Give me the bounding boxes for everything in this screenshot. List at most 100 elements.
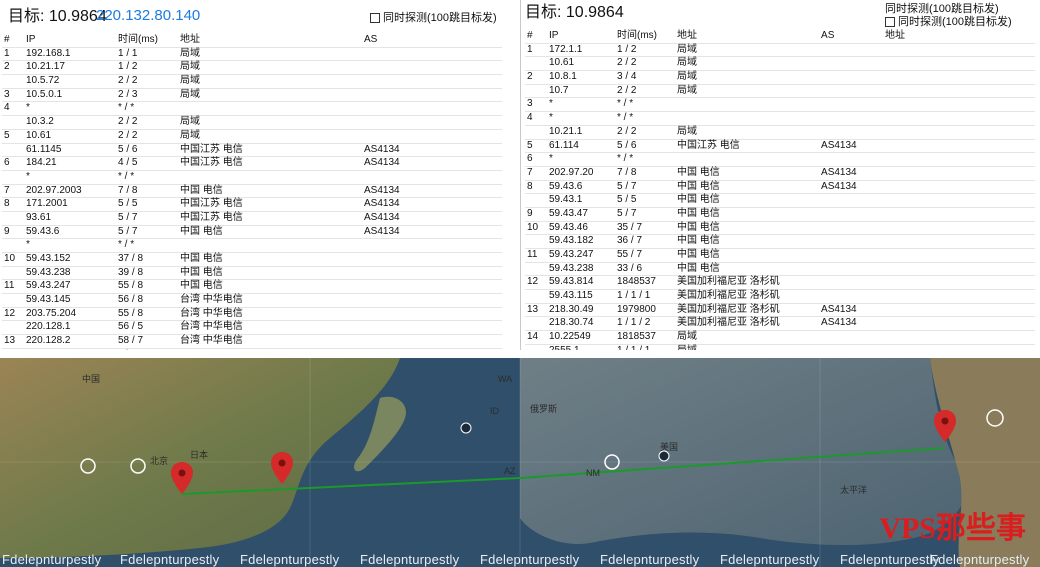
table-row[interactable]: 14** / *	[2, 348, 502, 350]
col-time-header[interactable]: 时间(ms)	[116, 34, 178, 47]
table-row[interactable]: 8 59.43.6 5 / 7 中国 电信 AS4134	[525, 180, 1035, 194]
ip-cell: 61.114	[549, 139, 579, 151]
col-hop-header[interactable]: #	[2, 34, 24, 47]
table-row[interactable]: 2555.11 / 1 / 1局域	[525, 344, 1035, 350]
hop-cell	[2, 116, 24, 130]
table-row[interactable]: 93.61 5 / 7 中国江苏 电信 AS4134	[2, 211, 502, 226]
col-hop-header[interactable]: #	[525, 30, 547, 43]
table-row[interactable]: 1 172.1.1 1 / 2 局域	[525, 43, 1035, 57]
col-time-header[interactable]: 时间(ms)	[615, 30, 675, 43]
table-row[interactable]: 59.43.115 1 / 1 / 1 美国加利福尼亚 洛杉矶	[525, 290, 1035, 304]
as-cell	[362, 294, 502, 308]
table-row[interactable]: 10.7 2 / 2 局域	[525, 84, 1035, 98]
table-row[interactable]: * * / *	[2, 170, 502, 185]
time-cell: * / *	[617, 112, 634, 124]
hop-cell	[525, 235, 547, 249]
as-cell	[819, 125, 883, 139]
checkbox-icon[interactable]	[885, 17, 895, 27]
table-row[interactable]: 6 184.21 4 / 5 中国江苏 电信 AS4134	[2, 157, 502, 171]
col-extra-header[interactable]: 地址	[883, 30, 1035, 43]
table-row[interactable]: 59.43.238 39 / 8 中国 电信	[2, 266, 502, 280]
table-row[interactable]: 10.21.1 2 / 2 局域	[525, 125, 1035, 139]
table-row[interactable]: 12 203.75.204 55 / 8 台湾 中华电信	[2, 307, 502, 321]
checkbox-icon[interactable]	[370, 13, 380, 23]
table-row[interactable]: 10 59.43.152 37 / 8 中国 电信	[2, 253, 502, 267]
map-label-wa: WA	[498, 374, 513, 384]
as-cell	[362, 239, 502, 253]
time-cell: 39 / 8	[118, 266, 144, 278]
extra-cell	[883, 235, 1035, 249]
table-row[interactable]: 7 202.97.20 7 / 8 中国 电信 AS4134	[525, 166, 1035, 181]
table-row[interactable]: 59.43.1 5 / 5 中国 电信	[525, 194, 1035, 208]
table-row[interactable]: 10.5.72 2 / 2 局域	[2, 75, 502, 89]
right-probe-checkbox[interactable]: 同时探测(100跳目标发)	[885, 16, 1012, 28]
table-row[interactable]: 14 10.22549 1818537 局域	[525, 331, 1035, 345]
time-cell: 55 / 7	[617, 249, 643, 260]
right-trace-panel: 目标: 10.9864 同时探测(100跳目标发) 同时探测(100跳目标发) …	[520, 0, 1040, 350]
col-as-header[interactable]: AS	[362, 34, 502, 47]
ip-cell: 59.43.238	[26, 266, 71, 278]
table-row[interactable]: 61.1145 5 / 6 中国江苏 电信 AS4134	[2, 143, 502, 157]
as-cell	[819, 249, 883, 263]
ip-cell: 59.43.46	[549, 221, 588, 233]
table-row[interactable]: 11 59.43.247 55 / 7 中国 电信	[525, 249, 1035, 263]
table-row[interactable]: 5 10.61 2 / 2 局域	[2, 129, 502, 143]
left-target-ip-link[interactable]: 220.132.80.140	[96, 7, 200, 24]
table-row[interactable]: 10 59.43.46 35 / 7 中国 电信	[525, 221, 1035, 235]
table-row[interactable]: 218.30.74 1 / 1 / 2 美国加利福尼亚 洛杉矶 AS4134	[525, 317, 1035, 331]
as-cell	[362, 102, 502, 116]
table-row[interactable]: 6 * * / *	[525, 153, 1035, 167]
table-row[interactable]: 10.3.2 2 / 2 局域	[2, 116, 502, 130]
col-ip-header[interactable]: IP	[24, 34, 116, 47]
table-row[interactable]: 2 10.8.1 3 / 4 局域	[525, 71, 1035, 85]
time-cell: 56 / 5	[118, 321, 144, 333]
table-row[interactable]: 59.43.238 33 / 6 中国 电信	[525, 262, 1035, 276]
time-cell: 37 / 8	[118, 253, 144, 264]
table-row[interactable]: 10.61 2 / 2 局域	[525, 57, 1035, 71]
table-row[interactable]: 13 218.30.49 1979800 美国加利福尼亚 洛杉矶 AS4134	[525, 303, 1035, 317]
col-ip-header[interactable]: IP	[547, 30, 615, 43]
table-row[interactable]: 12 59.43.814 1848537 美国加利福尼亚 洛杉矶	[525, 276, 1035, 290]
table-row[interactable]: 2 10.21.17 1 / 2 局域	[2, 61, 502, 75]
table-row[interactable]: 9 59.43.6 5 / 7 中国 电信 AS4134	[2, 225, 502, 239]
table-row[interactable]: 5 61.114 5 / 6 中国江苏 电信 AS4134	[525, 139, 1035, 153]
ip-cell: 10.3.2	[26, 116, 54, 128]
ip-cell: *	[549, 153, 553, 165]
table-row[interactable]: * * / *	[2, 239, 502, 253]
time-cell: * / *	[116, 348, 178, 350]
table-row[interactable]: 3 * * / *	[525, 98, 1035, 112]
location-cell	[178, 239, 362, 253]
as-cell	[362, 88, 502, 102]
table-row[interactable]: 59.43.145 56 / 8 台湾 中华电信	[2, 294, 502, 308]
as-cell	[362, 47, 502, 61]
map-label-china: 中国	[82, 374, 101, 384]
location-cell	[675, 153, 819, 167]
time-cell: 2 / 2	[617, 84, 637, 96]
table-row[interactable]: 220.128.1 56 / 5 台湾 中华电信	[2, 321, 502, 335]
table-row[interactable]: 13 220.128.2 58 / 7 台湾 中华电信	[2, 335, 502, 349]
table-row[interactable]: 1 192.168.1 1 / 1 局域	[2, 47, 502, 61]
as-cell	[362, 348, 502, 350]
table-row[interactable]: 3 10.5.0.1 2 / 3 局域	[2, 88, 502, 102]
ip-cell: 61.1145	[26, 143, 62, 155]
col-location-header[interactable]: 地址	[178, 34, 362, 47]
ip-cell: 10.5.72	[26, 75, 60, 87]
col-as-header[interactable]: AS	[819, 30, 883, 43]
extra-cell	[883, 84, 1035, 98]
left-probe-checkbox[interactable]: 同时探测(100跳目标发)	[370, 12, 497, 24]
table-row[interactable]: 11 59.43.247 55 / 8 中国 电信	[2, 280, 502, 294]
route-map[interactable]: 中国 日本 北京 太平洋 美国 WA ID AZ NM 俄罗斯 Fdelepnt…	[0, 358, 1040, 567]
ip-cell: 202.97.20	[549, 166, 594, 178]
table-row[interactable]: 7 202.97.2003 7 / 8 中国 电信 AS4134	[2, 184, 502, 198]
table-row[interactable]: 9 59.43.47 5 / 7 中国 电信	[525, 207, 1035, 222]
table-row[interactable]: 4 * * / *	[2, 102, 502, 116]
table-row[interactable]: 8 171.2001 5 / 5 中国江苏 电信 AS4134	[2, 198, 502, 212]
time-cell: 33 / 6	[617, 262, 643, 274]
location-cell: 局域	[180, 61, 200, 73]
table-row[interactable]: 59.43.182 36 / 7 中国 电信	[525, 235, 1035, 249]
location-cell: 台湾 中华电信	[180, 335, 243, 347]
col-location-header[interactable]: 地址	[675, 30, 819, 43]
time-cell: 35 / 7	[617, 221, 643, 233]
table-row[interactable]: 4 * * / *	[525, 112, 1035, 126]
hop-cell	[2, 266, 24, 280]
